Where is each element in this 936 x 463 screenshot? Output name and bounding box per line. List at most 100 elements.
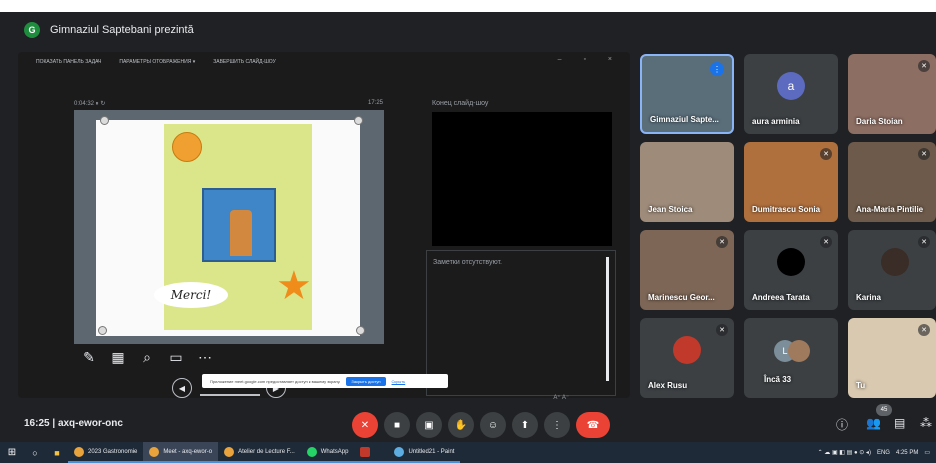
- camera-icon: ■: [393, 419, 401, 431]
- pin-icon: [98, 326, 107, 335]
- slide-artwork: ★ Merci!: [154, 124, 312, 330]
- notifications-icon[interactable]: ▭: [924, 449, 930, 456]
- tower-picture: [202, 188, 276, 262]
- more-participants-tile[interactable]: L Încă 33: [744, 318, 838, 398]
- zoom-icon[interactable]: ⌕: [138, 348, 156, 366]
- present-screen-button[interactable]: ⬆: [512, 412, 538, 438]
- chat-icon[interactable]: ▤: [894, 416, 905, 430]
- mic-off-icon: ✕: [820, 236, 832, 248]
- pin-icon: [354, 116, 363, 125]
- presenter-toolbar: ПОКАЗАТЬ ПАНЕЛЬ ЗАДАЧ ПАРАМЕТРЫ ОТОБРАЖЕ…: [18, 52, 630, 72]
- mic-off-icon: ✕: [918, 324, 930, 336]
- participant-name: aura arminia: [752, 117, 800, 126]
- end-slideshow-button[interactable]: ЗАВЕРШИТЬ СЛАЙД-ШОУ: [213, 59, 276, 65]
- show-taskbar-button[interactable]: ПОКАЗАТЬ ПАНЕЛЬ ЗАДАЧ: [36, 59, 101, 65]
- more-options-button[interactable]: ⋮: [544, 412, 570, 438]
- taskbar-item[interactable]: Atelier de Lecture F...: [218, 442, 301, 463]
- file-explorer-icon[interactable]: ■: [46, 442, 68, 463]
- participant-tile[interactable]: ⋮ Gimnaziul Sapte...: [640, 54, 734, 134]
- camera-toggle-button[interactable]: ■: [384, 412, 410, 438]
- activities-icon[interactable]: ⁂: [920, 416, 932, 430]
- window-controls[interactable]: – ▫ ×: [558, 56, 622, 63]
- sun-drawing: [172, 132, 202, 162]
- participant-tile[interactable]: ✕ Ana-Maria Pintilie: [848, 142, 936, 222]
- slide-tools: ✎ ▦ ⌕ ▭ ⋯: [80, 348, 214, 366]
- meeting-details: 16:25 | axq-ewor-onc: [24, 418, 123, 429]
- reactions-button[interactable]: ☺: [480, 412, 506, 438]
- font-size-controls[interactable]: A⁺ A⁻: [553, 394, 569, 401]
- meeting-title-bar: G Gimnaziul Saptebani prezintă: [24, 20, 194, 40]
- more-vertical-icon: ⋮: [552, 419, 562, 431]
- slideshow-timer: 0:04:32 ⏸ ↻: [74, 101, 106, 107]
- hide-notice-link[interactable]: Скрыть: [392, 379, 406, 384]
- mic-off-icon: ✕: [716, 236, 728, 248]
- participant-name: Gimnaziul Sapte...: [650, 115, 719, 124]
- system-clock[interactable]: 4:25 PM: [896, 450, 918, 456]
- hang-up-icon: ☎: [586, 419, 600, 431]
- display-settings-button[interactable]: ПАРАМЕТРЫ ОТОБРАЖЕНИЯ ▾: [119, 59, 195, 65]
- mic-off-icon: ✕: [918, 236, 930, 248]
- leave-call-button[interactable]: ☎: [576, 412, 610, 438]
- participant-tile[interactable]: ✕ Marinescu Geor...: [640, 230, 734, 310]
- hand-icon: ✋: [454, 419, 468, 431]
- tray-icons[interactable]: ⌃ ☁ ▣ ◧ ▤ ● ⊙ ◂): [818, 449, 871, 456]
- more-options-icon[interactable]: ⋯: [196, 348, 214, 366]
- participant-name: Jean Stoica: [648, 205, 693, 214]
- participant-tile[interactable]: a aura arminia: [744, 54, 838, 134]
- self-view-tile[interactable]: ✕ Tu: [848, 318, 936, 398]
- smiley-icon: ☺: [487, 419, 499, 431]
- browser-top-strip: [0, 0, 936, 12]
- language-indicator[interactable]: ENG: [877, 450, 890, 456]
- taskbar-item[interactable]: WhatsApp: [300, 442, 355, 463]
- more-participants-label: Încă 33: [764, 375, 792, 384]
- participant-name: Andreea Tarata: [752, 293, 810, 302]
- participant-name: Ana-Maria Pintilie: [856, 205, 924, 214]
- taskbar-item[interactable]: Meet - axq-ewor-o: [143, 442, 219, 463]
- share-notice-text: Приложение meet.google.com предоставляет…: [210, 378, 341, 384]
- pin-icon: [100, 116, 109, 125]
- slide-paper: ★ Merci!: [96, 120, 360, 336]
- people-icon[interactable]: 👥: [866, 416, 881, 430]
- taskbar-item[interactable]: 2023 Gastronomie: [68, 442, 144, 463]
- next-slide-preview: [432, 112, 612, 246]
- search-icon[interactable]: ○: [24, 442, 46, 463]
- participant-name: Alex Rusu: [648, 381, 688, 390]
- raise-hand-button[interactable]: ✋: [448, 412, 474, 438]
- participant-tile[interactable]: ✕ Daria Stoian: [848, 54, 936, 134]
- participant-avatar: [777, 248, 805, 276]
- pointer-options-icon[interactable]: ▭: [167, 348, 185, 366]
- star-drawing: ★: [276, 264, 312, 308]
- meeting-time: 16:25: [24, 418, 50, 429]
- stop-sharing-button[interactable]: Закрыть доступ: [346, 376, 386, 386]
- taskbar-item[interactable]: Untitled21 - Paint: [388, 442, 461, 463]
- pen-icon[interactable]: ✎: [80, 348, 98, 366]
- all-slides-icon[interactable]: ▦: [109, 348, 127, 366]
- captions-icon: ▣: [424, 419, 434, 431]
- mic-off-icon: ✕: [918, 148, 930, 160]
- participant-tile[interactable]: ✕ Andreea Tarata: [744, 230, 838, 310]
- taskbar-item[interactable]: [354, 442, 389, 463]
- slide-caption: Merci!: [154, 282, 228, 308]
- chrome-icon: [74, 446, 84, 457]
- info-icon[interactable]: ⓘ: [836, 416, 848, 433]
- participant-tile[interactable]: ✕ Alex Rusu: [640, 318, 734, 398]
- notes-text: Заметки отсутствуют.: [433, 259, 502, 266]
- chrome-icon: [224, 446, 235, 457]
- system-tray: ⌃ ☁ ▣ ◧ ▤ ● ⊙ ◂) ENG 4:25 PM ▭: [818, 442, 930, 463]
- screen-share-notice: Приложение meet.google.com предоставляет…: [202, 374, 448, 388]
- microphone-toggle-button[interactable]: ✕: [352, 412, 378, 438]
- participant-avatar: [788, 340, 810, 362]
- presenter-avatar: G: [24, 22, 40, 38]
- notes-scrollbar[interactable]: [606, 257, 609, 381]
- participant-tile[interactable]: ✕ Karina: [848, 230, 936, 310]
- participant-count-badge: 45: [876, 404, 892, 416]
- mic-off-icon: ✕: [918, 60, 930, 72]
- participant-tile[interactable]: ✕ Dumitrascu Sonia: [744, 142, 838, 222]
- next-slide-label: Конец слайд-шоу: [432, 100, 489, 107]
- whatsapp-icon: [306, 446, 317, 457]
- meeting-code: axq-ewor-onc: [57, 418, 123, 429]
- previous-slide-button[interactable]: ◀: [172, 378, 192, 398]
- captions-button[interactable]: ▣: [416, 412, 442, 438]
- participant-tile[interactable]: Jean Stoica: [640, 142, 734, 222]
- windows-start-button[interactable]: ⊞: [0, 442, 24, 463]
